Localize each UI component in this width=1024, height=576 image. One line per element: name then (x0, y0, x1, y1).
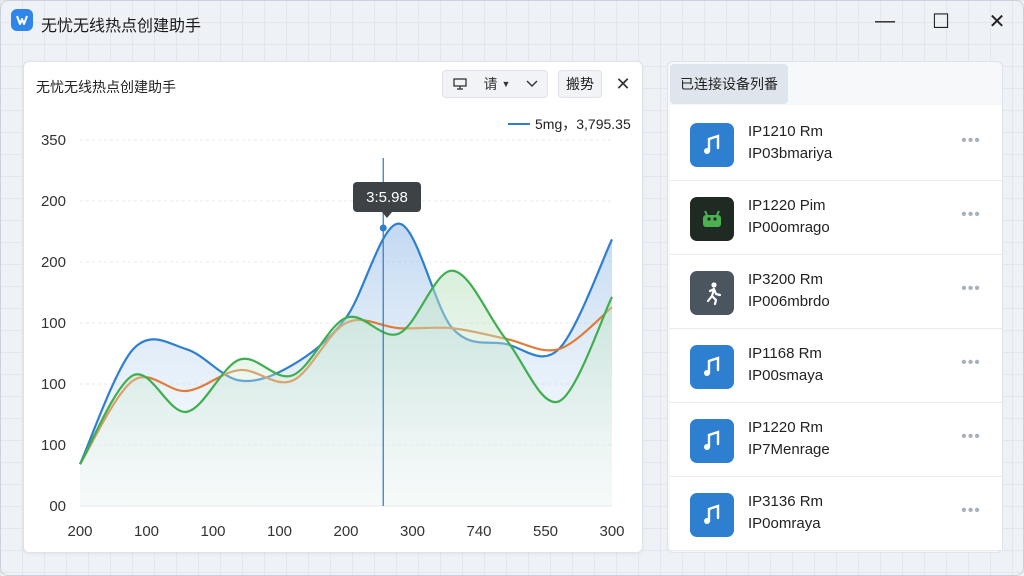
device-subtitle: IP006mbrdo (748, 293, 830, 310)
y-tick-label: 100 (41, 437, 66, 454)
y-tick-label: 100 (41, 376, 66, 393)
device-name: IP1210 Rm (748, 123, 824, 140)
hover-point (379, 224, 387, 232)
music-note-icon (690, 419, 734, 463)
x-tick-label: 550 (533, 523, 558, 540)
device-name: IP1220 Rm (748, 419, 824, 436)
chart-panel: 无忧无线热点创建助手 请 ▼ 搬势 ✕ 5mg，3,795.35 350 200 2… (23, 61, 643, 553)
more-options-button[interactable]: ••• (958, 353, 984, 373)
more-options-button[interactable]: ••• (958, 501, 984, 521)
device-subtitle: IP0omraya (748, 515, 821, 532)
device-subtitle: IP03bmariya (748, 145, 833, 162)
x-tick-label: 200 (67, 523, 92, 540)
x-tick-label: 300 (400, 523, 425, 540)
device-list-item[interactable]: IP1168 Rm IP00smaya ••• (670, 331, 1002, 403)
device-list-item[interactable]: IP3200 Rm IP006mbrdo ••• (670, 257, 1002, 329)
x-tick-label: 100 (267, 523, 292, 540)
device-name: IP3136 Rm (748, 493, 824, 510)
device-list: IP1210 Rm IP03bmariya ••• IP1220 Pim IP00omr… (670, 105, 1002, 551)
maximize-button[interactable]: ☐ (921, 7, 961, 35)
music-note-icon (690, 493, 734, 537)
more-options-button[interactable]: ••• (958, 279, 984, 299)
music-note-icon (690, 123, 734, 167)
y-tick-label: 350 (41, 132, 66, 149)
close-button[interactable]: ✕ (977, 7, 1017, 35)
more-options-button[interactable]: ••• (958, 205, 984, 225)
x-tick-label: 740 (466, 523, 491, 540)
device-name: IP1220 Pim (748, 197, 826, 214)
y-tick-label: 200 (41, 254, 66, 271)
more-options-button[interactable]: ••• (958, 131, 984, 151)
x-tick-label: 100 (200, 523, 225, 540)
device-subtitle: IP00omrago (748, 219, 830, 236)
device-list-item[interactable]: IP3136 Rm IP0omraya ••• (670, 479, 1002, 551)
device-list-item[interactable]: IP1220 Pim IP00omrago ••• (670, 183, 1002, 255)
title-bar: 无忧无线热点创建助手 — ☐ ✕ (1, 1, 1023, 41)
x-tick-label: 300 (599, 523, 624, 540)
app-title: 无忧无线热点创建助手 (41, 18, 202, 35)
device-list-item[interactable]: IP1220 Rm IP7Menrage ••• (670, 405, 1002, 477)
y-tick-label: 200 (41, 193, 66, 210)
android-robot-icon (690, 197, 734, 241)
chart-tooltip: 3:5.98 (353, 182, 421, 218)
y-tick-label: 00 (49, 498, 66, 515)
device-list-item[interactable]: IP1210 Rm IP03bmariya ••• (670, 109, 1002, 181)
music-note-icon (690, 345, 734, 389)
line-chart[interactable]: 35020020010010010000200 100 100 100 200 300 74… (24, 62, 644, 554)
device-subtitle: IP7Menrage (748, 441, 830, 458)
x-tick-label: 200 (333, 523, 358, 540)
more-options-button[interactable]: ••• (958, 427, 984, 447)
connected-devices-tab[interactable]: 已连接设备列番 (670, 64, 788, 104)
app-window: 无忧无线热点创建助手 — ☐ ✕ 无忧无线热点创建助手 请 ▼ 搬势 ✕ 5mg… (0, 0, 1024, 576)
minimize-button[interactable]: — (865, 7, 905, 35)
wifi-app-icon (11, 9, 33, 31)
device-name: IP1168 Rm (748, 345, 822, 362)
device-subtitle: IP00smaya (748, 367, 824, 384)
x-tick-label: 100 (134, 523, 159, 540)
device-panel: 已连接设备列番 IP1210 Rm IP03bmariya ••• IP1220 Pi… (667, 61, 1003, 553)
y-tick-label: 100 (41, 315, 66, 332)
device-name: IP3200 Rm (748, 271, 824, 288)
running-person-icon (690, 271, 734, 315)
